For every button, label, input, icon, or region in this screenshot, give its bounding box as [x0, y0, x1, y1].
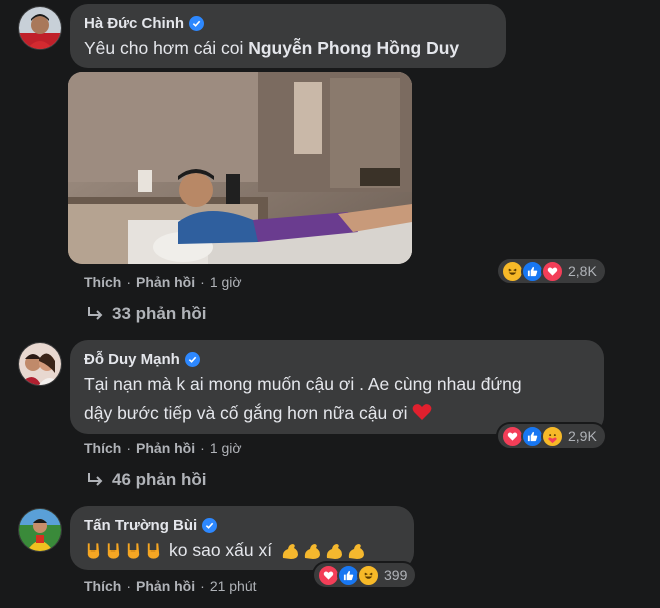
reply-action[interactable]: Phản hồi [136, 274, 195, 290]
reaction-count[interactable]: 2,8K [568, 263, 597, 279]
horns-hand-icon [147, 542, 160, 559]
separator: · [200, 440, 205, 456]
avatar[interactable] [18, 508, 62, 552]
comment-actions: Thích · Phản hồi · 1 giờ [84, 440, 242, 456]
care-reaction-icon [541, 424, 564, 448]
flexed-bicep-icon [282, 543, 299, 559]
view-replies-link[interactable]: 46 phản hồi [86, 470, 206, 490]
comment-bubble: Tấn Trường Bùi ko sao xấu xí [70, 506, 414, 570]
haha-reaction-icon [357, 563, 380, 587]
mention-link[interactable]: Nguyễn Phong Hồng Duy [248, 38, 459, 58]
comment-actions: Thích · Phản hồi · 1 giờ [84, 274, 242, 290]
separator: · [126, 440, 132, 456]
comment-time[interactable]: 1 giờ [210, 274, 242, 290]
flexed-bicep-icon [326, 543, 343, 559]
like-action[interactable]: Thích [84, 274, 121, 290]
horns-hand-icon [87, 542, 100, 559]
like-action[interactable]: Thích [84, 440, 121, 456]
horns-hand-icon [127, 542, 140, 559]
verified-badge-icon [202, 517, 218, 533]
reply-action[interactable]: Phản hồi [136, 440, 195, 456]
comment-text-body: dậy bước tiếp và cố gắng hơn nữa cậu ơi [84, 403, 408, 423]
separator: · [126, 578, 132, 594]
comment-bubble: Đỗ Duy Mạnh Tại nạn mà k ai mong muốn cậ… [70, 340, 604, 434]
red-heart-icon [412, 399, 432, 428]
like-action[interactable]: Thích [84, 578, 121, 594]
separator: · [126, 274, 132, 290]
verified-badge-icon [189, 15, 205, 31]
replies-count[interactable]: 33 phản hồi [112, 304, 206, 324]
comment-actions: Thích · Phản hồi · 21 phút [84, 578, 257, 594]
reaction-summary[interactable]: 2,9K [498, 424, 605, 448]
reply-arrow-icon [88, 307, 103, 320]
reaction-count[interactable]: 2,9K [568, 428, 597, 444]
comment-author[interactable]: Tấn Trường Bùi [84, 517, 197, 534]
flexed-bicep-emojis [280, 541, 366, 561]
comment-text: Yêu cho hơm cái coi Nguyễn Phong Hồng Du… [84, 34, 492, 63]
reply-action[interactable]: Phản hồi [136, 578, 195, 594]
reaction-summary[interactable]: 399 [314, 563, 416, 587]
comment-time[interactable]: 1 giờ [210, 440, 242, 456]
reply-arrow-icon [88, 473, 103, 486]
comment-bubble: Hà Đức Chinh Yêu cho hơm cái coi Nguyễn … [70, 4, 506, 68]
comment-text-body: ko sao xấu xí [169, 540, 273, 560]
comment-author[interactable]: Đỗ Duy Mạnh [84, 351, 180, 368]
view-replies-link[interactable]: 33 phản hồi [86, 304, 206, 324]
replies-count[interactable]: 46 phản hồi [112, 470, 206, 490]
flexed-bicep-icon [304, 543, 321, 559]
comment-author[interactable]: Hà Đức Chinh [84, 15, 184, 32]
avatar[interactable] [18, 6, 62, 50]
comment-text: Tại nạn mà k ai mong muốn cậu ơi . Ae cù… [84, 370, 590, 428]
horns-hand-icon [107, 542, 120, 559]
comment-text-line: Tại nạn mà k ai mong muốn cậu ơi . Ae cù… [84, 374, 522, 394]
separator: · [200, 578, 205, 594]
reaction-summary[interactable]: 2,8K [498, 259, 605, 283]
flexed-bicep-icon [348, 543, 365, 559]
comment-time[interactable]: 21 phút [210, 578, 257, 594]
verified-badge-icon [184, 351, 200, 367]
comment-photo[interactable] [68, 72, 412, 264]
avatar[interactable] [18, 342, 62, 386]
reaction-count[interactable]: 399 [384, 567, 407, 583]
love-reaction-icon [541, 259, 564, 283]
comment-text: ko sao xấu xí [84, 536, 400, 565]
horns-hand-emojis [84, 541, 163, 561]
separator: · [200, 274, 205, 290]
comment-text-body: Yêu cho hơm cái coi [84, 38, 249, 58]
